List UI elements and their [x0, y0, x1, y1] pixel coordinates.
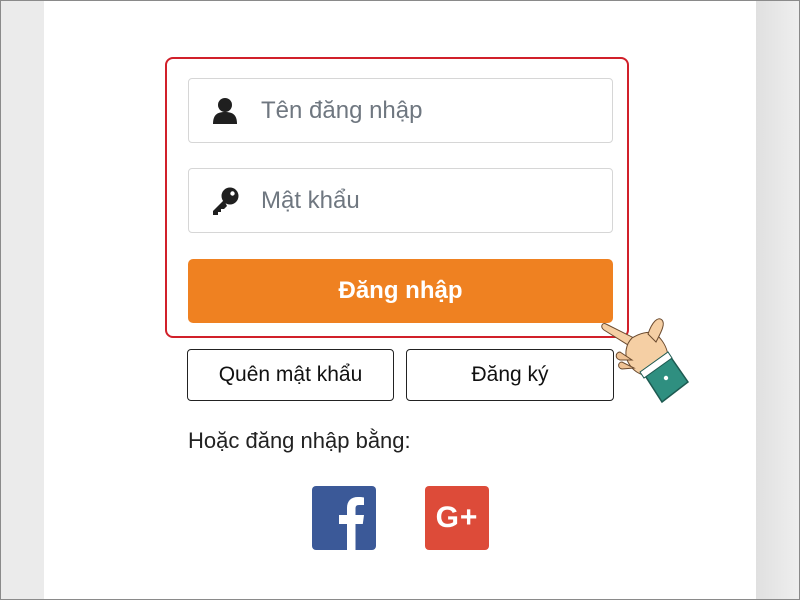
page-background [756, 0, 800, 600]
password-field[interactable] [188, 168, 613, 233]
login-button[interactable]: Đăng nhập [188, 259, 613, 323]
google-plus-login-button[interactable]: G+ [425, 486, 489, 550]
key-icon [206, 186, 244, 216]
facebook-login-button[interactable] [312, 486, 376, 550]
username-field[interactable] [188, 78, 613, 143]
pointing-hand-icon [596, 312, 696, 412]
facebook-icon [339, 497, 364, 550]
password-input[interactable] [261, 186, 591, 215]
google-plus-icon: G+ [435, 501, 479, 534]
register-button[interactable]: Đăng ký [406, 349, 614, 401]
social-login-prompt: Hoặc đăng nhập bằng: [188, 428, 411, 453]
username-input[interactable] [261, 96, 591, 125]
forgot-password-button[interactable]: Quên mật khẩu [187, 349, 394, 401]
user-icon [206, 97, 244, 125]
